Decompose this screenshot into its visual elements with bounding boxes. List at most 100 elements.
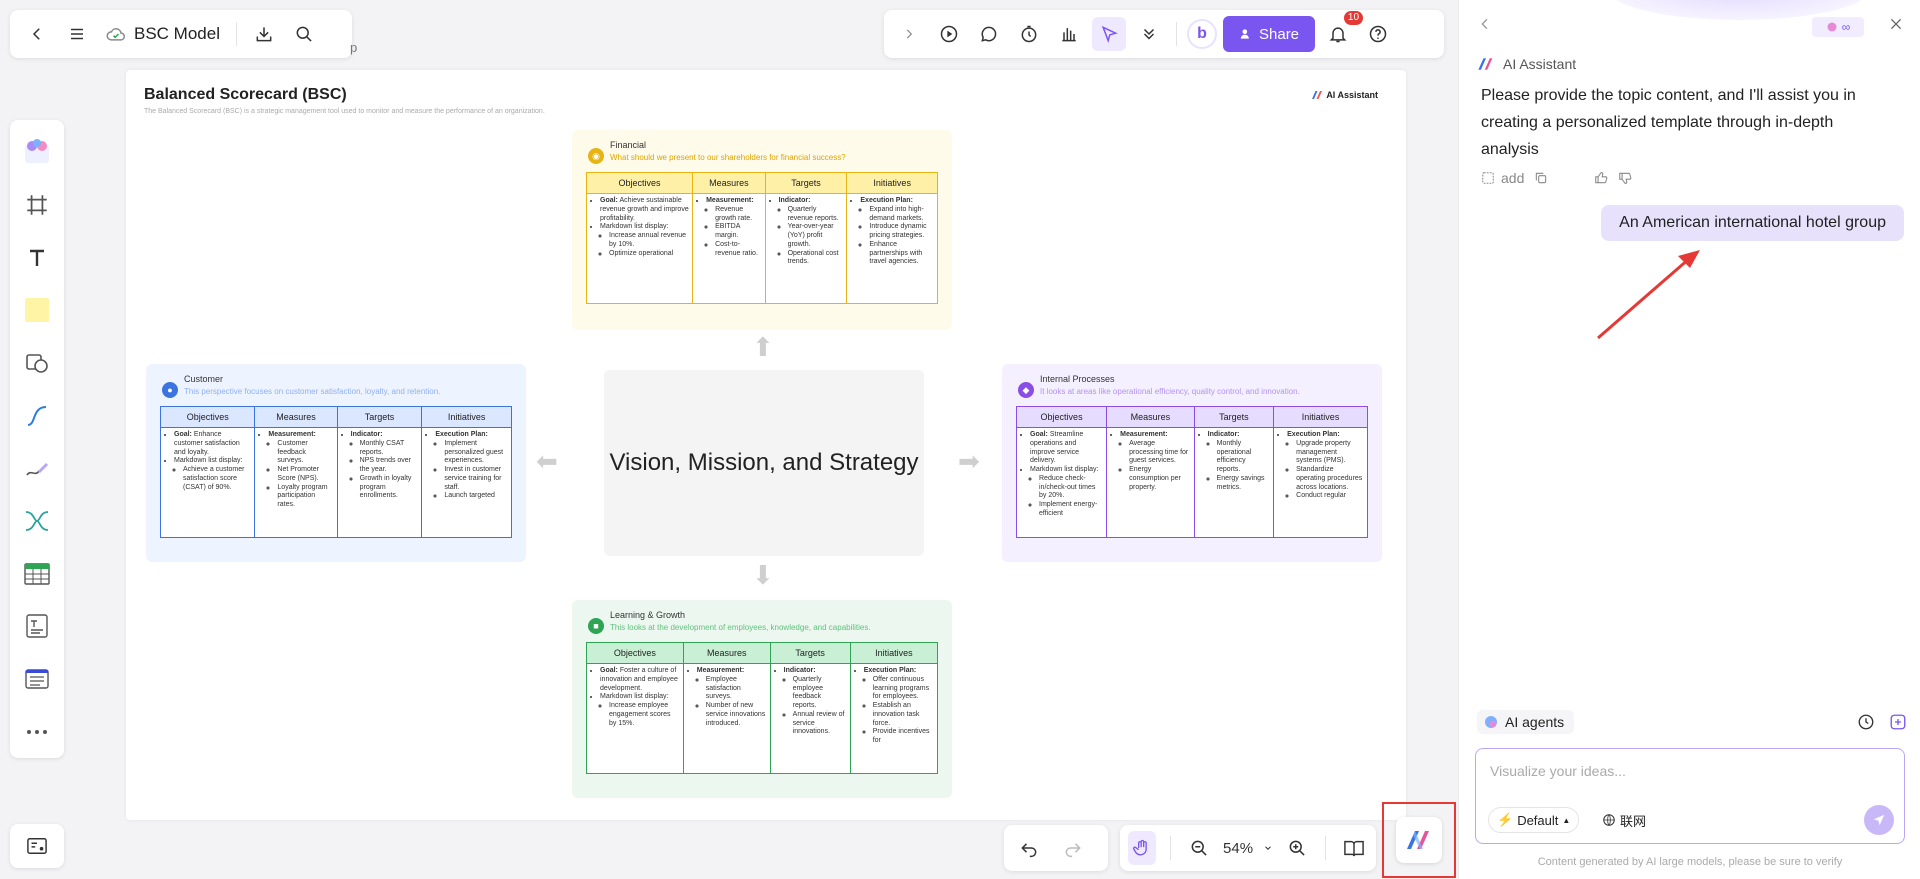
laser-pointer-button[interactable]: [1092, 17, 1126, 51]
thumbs-down-icon[interactable]: [1618, 171, 1632, 185]
vision-mission-strategy[interactable]: Vision, Mission, and Strategy: [604, 370, 924, 556]
back-button[interactable]: [20, 17, 54, 51]
col-initiatives: Initiatives: [1273, 406, 1368, 428]
table-header-row: Objectives Measures Targets Initiatives: [585, 172, 938, 194]
table-icon: [24, 563, 50, 585]
add-action[interactable]: add: [1481, 170, 1524, 186]
arrow-up-icon: ⬆: [752, 332, 774, 362]
panel-mode-badge[interactable]: ∞: [1812, 17, 1864, 37]
ai-agents-label: AI agents: [1505, 714, 1565, 730]
arrow-left-icon: ⬅: [536, 446, 558, 476]
avatar[interactable]: b: [1187, 19, 1217, 49]
comment-button[interactable]: [972, 17, 1006, 51]
ai-tag-text: AI Assistant: [1326, 90, 1378, 100]
new-chat-icon[interactable]: [1889, 713, 1907, 731]
expand-toolbar-button[interactable]: [892, 17, 926, 51]
hand-icon: [1133, 839, 1147, 856]
ai-logo-icon: [1478, 58, 1493, 70]
col-initiatives: Initiatives: [846, 172, 938, 194]
customer-icon: ●: [162, 382, 178, 398]
list-tool[interactable]: [17, 653, 57, 706]
internal-processes-card[interactable]: ◆ Internal Processes It looks at areas l…: [1002, 364, 1382, 562]
whiteboard-canvas[interactable]: Balanced Scorecard (BSC) The Balanced Sc…: [126, 70, 1406, 820]
connector-tool[interactable]: [17, 389, 57, 442]
view-controls: 54%: [1120, 825, 1376, 871]
user-add-icon: [1240, 29, 1249, 39]
timer-button[interactable]: [1012, 17, 1046, 51]
financial-icon: ◉: [588, 148, 604, 164]
arrow-right-icon: ➡: [958, 446, 980, 476]
customer-subtitle: This perspective focuses on customer sat…: [184, 387, 441, 396]
chevron-down-icon[interactable]: [1263, 842, 1273, 854]
more-tools-button[interactable]: [1132, 17, 1166, 51]
notifications-button[interactable]: 10: [1321, 11, 1364, 51]
zoom-out-button[interactable]: [1185, 831, 1213, 865]
panel-close-button[interactable]: [1888, 16, 1904, 37]
ai-assistant-name: AI Assistant: [1503, 56, 1577, 72]
financial-card[interactable]: ◉ Financial What should we present to ou…: [572, 130, 952, 330]
ai-assistant-fab[interactable]: [1396, 817, 1442, 863]
internal-subtitle: It looks at areas like operational effic…: [1040, 387, 1300, 396]
send-button[interactable]: [1864, 805, 1894, 835]
chevron-left-icon: [32, 28, 40, 40]
learning-table: Objectives Measures Targets Initiatives …: [586, 642, 939, 774]
frame-tool[interactable]: [17, 179, 57, 232]
thumbs-up-icon[interactable]: [1594, 171, 1608, 185]
table-tool[interactable]: [17, 547, 57, 600]
text-block-tool[interactable]: [17, 600, 57, 653]
minimap-button[interactable]: [10, 824, 64, 868]
chevron-right-icon: [906, 29, 913, 39]
user-message: An American international hotel group: [1601, 205, 1904, 241]
hand-tool-button[interactable]: [1128, 831, 1157, 865]
pen-tool[interactable]: [17, 442, 57, 495]
learning-subtitle: This looks at the development of employe…: [610, 623, 871, 632]
mode-select[interactable]: ⚡ Default ▲: [1488, 807, 1580, 833]
redo-button[interactable]: [1056, 831, 1090, 865]
document-title-area[interactable]: BSC Model: [100, 24, 226, 44]
col-measures: Measures: [682, 642, 771, 664]
initiatives-cell: Execution Plan: Upgrade property managem…: [1273, 427, 1368, 538]
templates-tool[interactable]: [17, 126, 57, 179]
chat-input[interactable]: [1490, 763, 1890, 793]
download-button[interactable]: [247, 17, 281, 51]
ai-logo-icon: [1407, 831, 1429, 849]
chat-input-box: ⚡ Default ▲ 联网: [1475, 748, 1905, 844]
menu-button[interactable]: [60, 17, 94, 51]
undo-button[interactable]: [1012, 831, 1046, 865]
ai-agents-button[interactable]: AI agents: [1477, 710, 1575, 734]
history-icon[interactable]: [1857, 713, 1875, 731]
shape-tool[interactable]: [17, 337, 57, 390]
initiatives-cell: Execution Plan: Expand into high-demand …: [846, 193, 938, 304]
copy-icon[interactable]: [1534, 171, 1548, 185]
share-button[interactable]: Share: [1223, 16, 1316, 52]
reading-mode-button[interactable]: [1340, 831, 1368, 865]
sticky-note-tool[interactable]: [17, 284, 57, 337]
top-left-toolbar: BSC Model: [10, 10, 352, 58]
customer-card[interactable]: ● Customer This perspective focuses on c…: [146, 364, 526, 562]
present-button[interactable]: [932, 17, 966, 51]
panel-back-button[interactable]: [1477, 16, 1493, 37]
measures-cell: Measurement: Revenue growth rate.EBITDA …: [692, 193, 766, 304]
avatar-letter: b: [1197, 25, 1207, 42]
help-button[interactable]: [1361, 17, 1395, 51]
play-icon: [940, 25, 958, 43]
mindmap-tool[interactable]: [17, 495, 57, 548]
learning-growth-card[interactable]: ■ Learning & Growth This looks at the de…: [572, 600, 952, 798]
ai-assistant-header: AI Assistant: [1477, 56, 1576, 72]
zoom-level[interactable]: 54%: [1223, 840, 1253, 857]
help-icon: [1369, 25, 1387, 43]
arrow-down-icon: ⬇: [752, 560, 774, 590]
objectives-cell: Goal: Achieve sustainable revenue growth…: [585, 193, 694, 304]
objectives-cell: Goal: Streamline operations and improve …: [1015, 427, 1108, 538]
text-tool[interactable]: [17, 231, 57, 284]
search-button[interactable]: [287, 17, 321, 51]
web-search-toggle[interactable]: 联网: [1596, 807, 1652, 833]
vote-button[interactable]: [1052, 17, 1086, 51]
lightning-icon: ⚡: [1497, 812, 1514, 827]
infinity-icon: ∞: [1841, 20, 1851, 34]
bsc-title: Balanced Scorecard (BSC): [144, 86, 347, 103]
zoom-in-button[interactable]: [1283, 831, 1311, 865]
customer-title: Customer: [184, 374, 224, 384]
more-tools[interactable]: [17, 705, 57, 758]
close-icon: [1890, 18, 1902, 30]
